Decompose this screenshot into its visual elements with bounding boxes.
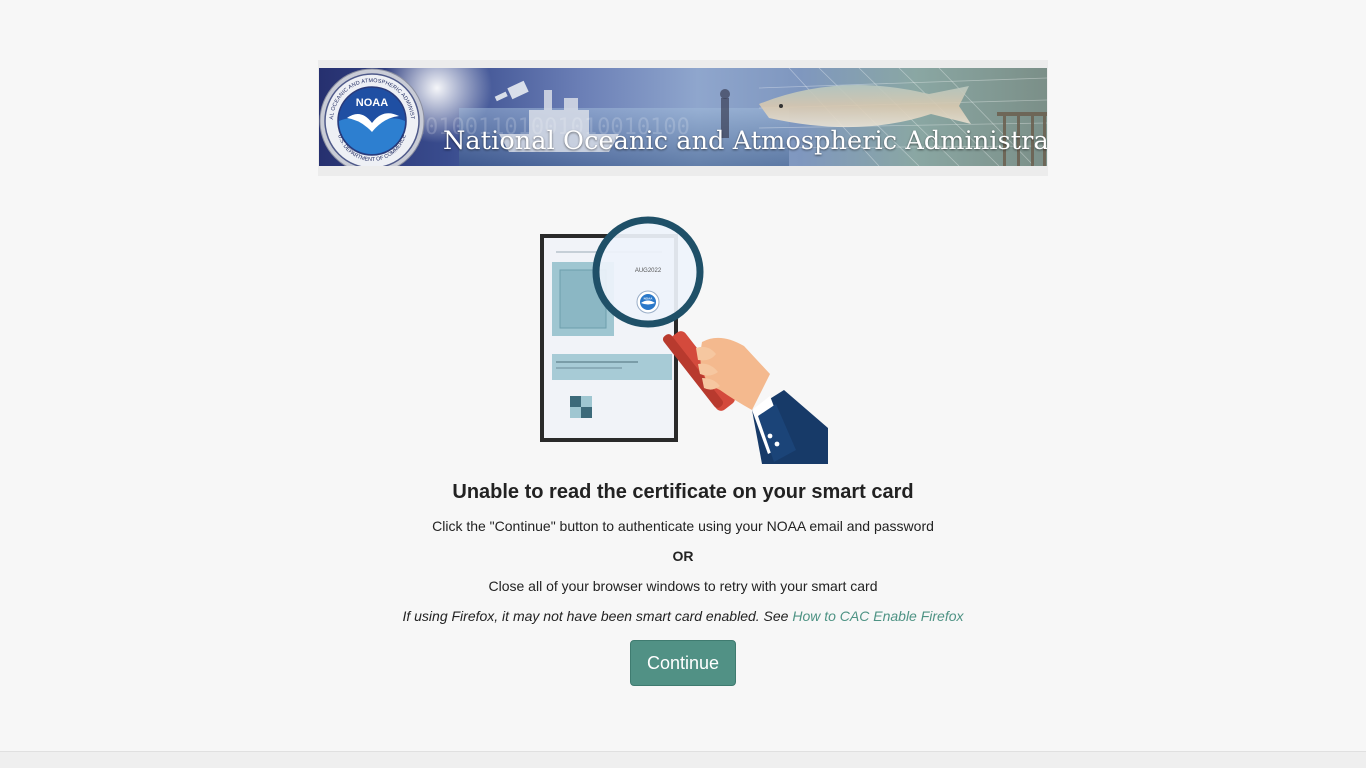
smart-card-magnifier-illustration: AUG2022 NOAA (540, 216, 828, 464)
continue-button[interactable]: Continue (630, 640, 736, 686)
or-separator: OR (672, 548, 694, 564)
noaa-banner-image: 0010010101001101001010010100 NOAA NATION… (319, 68, 1047, 166)
retry-instruction: Close all of your browser windows to ret… (488, 578, 878, 594)
card-date-text: AUG2022 (635, 268, 662, 274)
cac-enable-firefox-link[interactable]: How to CAC Enable Firefox (792, 608, 963, 624)
bottom-bar (0, 751, 1366, 768)
banner-title: National Oceanic and Atmospheric Adminis… (443, 126, 1047, 156)
error-heading: Unable to read the certificate on your s… (452, 481, 914, 503)
noaa-seal-icon: NOAA NATIONAL OCEANIC AND ATMOSPHERIC AD… (319, 68, 425, 166)
seal-noaa-text: NOAA (356, 97, 388, 109)
continue-instruction: Click the "Continue" button to authentic… (432, 518, 934, 534)
firefox-note-text: If using Firefox, it may not have been s… (402, 608, 793, 624)
card-logo-text: NOAA (644, 297, 654, 301)
firefox-note: If using Firefox, it may not have been s… (0, 608, 1366, 624)
header-banner: 0010010101001101001010010100 NOAA NATION… (318, 60, 1048, 176)
error-message-panel: Unable to read the certificate on your s… (0, 478, 1366, 686)
